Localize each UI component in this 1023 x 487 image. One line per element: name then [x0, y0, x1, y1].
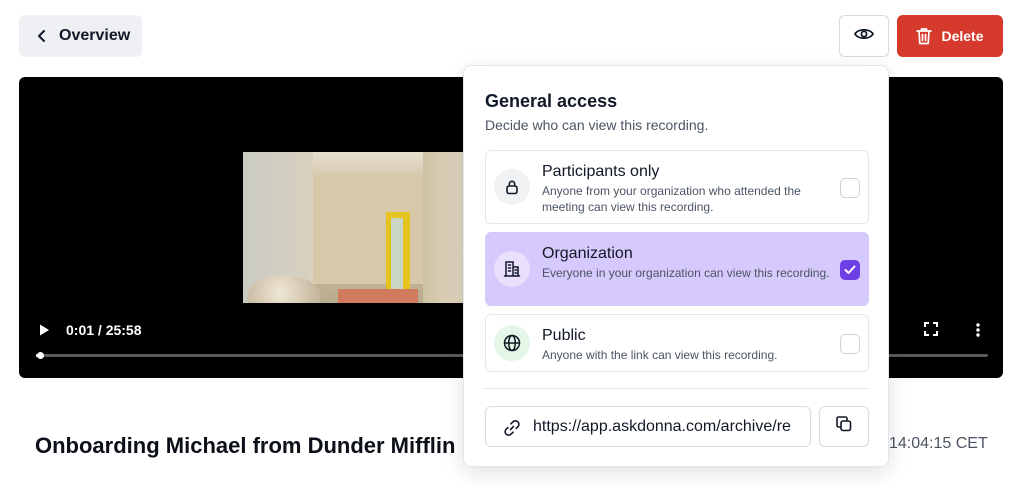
- access-option-label: Public: [542, 327, 586, 344]
- recording-timestamp: 14:04:15 CET: [889, 435, 988, 452]
- access-option-description: Anyone from your organization who attend…: [542, 184, 801, 214]
- access-option-label: Participants only: [542, 163, 660, 180]
- delete-button-label: Delete: [941, 28, 984, 44]
- back-to-overview-button[interactable]: Overview: [19, 15, 142, 57]
- eye-icon: [853, 27, 875, 46]
- delete-button[interactable]: Delete: [897, 15, 1003, 57]
- preview-button[interactable]: [839, 15, 889, 57]
- lock-icon: [494, 169, 530, 205]
- checkmark-icon: [844, 265, 856, 274]
- access-option-label: Organization: [542, 245, 633, 262]
- progress-knob[interactable]: [37, 352, 44, 359]
- access-option-checkbox[interactable]: [840, 334, 860, 354]
- back-button-label: Overview: [59, 27, 131, 44]
- link-icon: [503, 419, 520, 436]
- video-frame: [243, 152, 464, 303]
- more-options-icon[interactable]: [974, 322, 982, 338]
- recording-title: Onboarding Michael from Dunder Mifflin: [35, 433, 456, 458]
- play-icon[interactable]: [37, 323, 51, 337]
- access-option-checkbox[interactable]: [840, 178, 860, 198]
- access-option-organization[interactable]: Organization Everyone in your organizati…: [485, 232, 869, 306]
- playback-time: 0:01 / 25:58: [66, 322, 142, 338]
- access-option-participants[interactable]: Participants only Anyone from your organ…: [485, 150, 869, 224]
- access-option-description: Anyone with the link can view this recor…: [542, 348, 778, 362]
- copy-link-button[interactable]: [819, 406, 869, 447]
- popover-subtitle: Decide who can view this recording.: [485, 117, 709, 133]
- divider: [483, 388, 869, 389]
- share-link-field[interactable]: [485, 406, 811, 447]
- chevron-left-icon: [35, 29, 49, 43]
- building-icon: [494, 251, 530, 287]
- copy-icon: [835, 415, 853, 438]
- globe-icon: [494, 325, 530, 361]
- access-option-checkbox-checked[interactable]: [840, 260, 860, 280]
- trash-icon: [916, 28, 933, 45]
- popover-title: General access: [485, 91, 618, 111]
- access-option-description: Everyone in your organization can view t…: [542, 266, 830, 280]
- fullscreen-icon[interactable]: [924, 322, 938, 336]
- general-access-popover: General access Decide who can view this …: [463, 65, 889, 467]
- access-option-public[interactable]: Public Anyone with the link can view thi…: [485, 314, 869, 372]
- share-link-input[interactable]: [533, 417, 795, 436]
